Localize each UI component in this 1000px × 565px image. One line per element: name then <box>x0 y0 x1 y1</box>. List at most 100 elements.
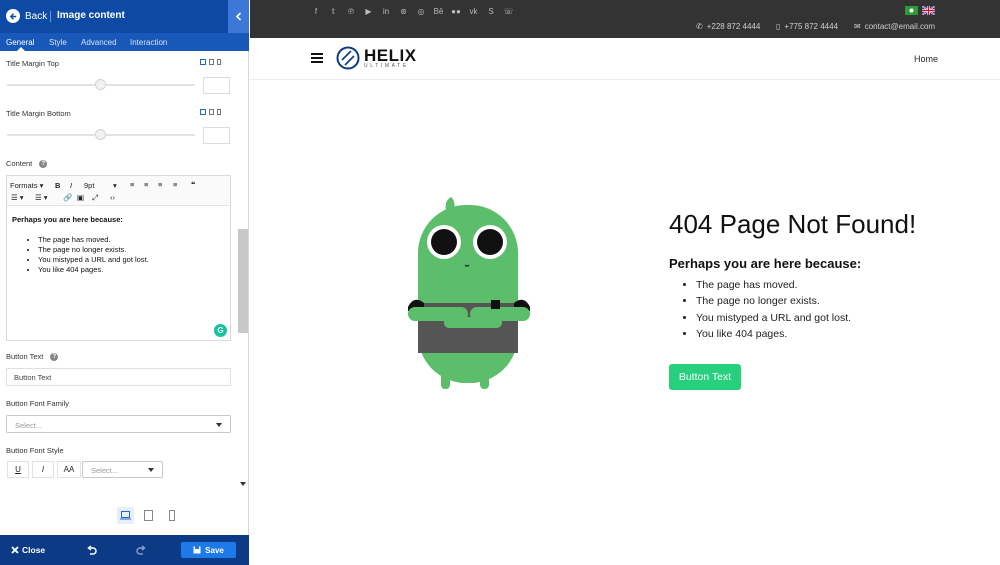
title-margin-bottom-input[interactable] <box>203 127 230 144</box>
error-reasons-list: The page has moved. The page no longer e… <box>696 277 851 342</box>
mascot-illustration <box>408 197 530 389</box>
button-text-label: Button Text? <box>6 352 59 362</box>
contact-phone[interactable]: ✆ +228 872 4444 <box>696 22 760 31</box>
vk-icon[interactable]: vk <box>469 6 479 16</box>
panel-scroll-area: Title Margin Top Title Margin Bottom Con… <box>0 51 249 492</box>
font-size-dropdown[interactable]: 9pt <box>84 181 94 190</box>
title-margin-top-input[interactable] <box>203 77 230 94</box>
align-center-icon[interactable]: ≡ <box>144 180 148 189</box>
redo-icon <box>136 545 146 555</box>
blockquote-icon[interactable]: ❝ <box>191 180 195 189</box>
desktop-icon[interactable] <box>200 109 206 115</box>
help-icon[interactable]: ? <box>39 160 48 169</box>
dribbble-icon[interactable]: ⊛ <box>399 6 409 16</box>
twitter-icon[interactable]: 𝕥 <box>329 6 339 16</box>
mascot-right-foot <box>480 373 489 389</box>
back-label: Back <box>25 10 48 22</box>
grammarly-icon[interactable]: G <box>214 324 227 337</box>
formats-dropdown[interactable]: Formats ▾ <box>10 181 43 190</box>
mobile-icon[interactable] <box>217 109 221 115</box>
editor-content[interactable]: Perhaps you are here because: The page h… <box>12 215 149 275</box>
chevron-left-icon <box>235 12 242 21</box>
pinterest-icon[interactable]: ℗ <box>346 6 356 16</box>
nav-home-link[interactable]: Home <box>914 54 938 64</box>
back-button[interactable]: Back <box>6 8 47 24</box>
collapse-panel-button[interactable] <box>228 0 249 33</box>
scroll-down-icon[interactable] <box>240 482 246 486</box>
tablet-icon[interactable] <box>209 109 214 115</box>
tab-advanced[interactable]: Advanced <box>81 38 117 47</box>
error-title: 404 Page Not Found! <box>669 209 917 239</box>
uk-flag-icon[interactable] <box>922 6 935 15</box>
list-item: You mistyped a URL and got lost. <box>696 310 851 326</box>
save-button[interactable]: Save <box>181 542 236 558</box>
tab-style[interactable]: Style <box>49 38 67 47</box>
title-margin-bottom-slider-thumb[interactable] <box>95 129 106 140</box>
button-text-input[interactable]: Button Text <box>6 368 231 386</box>
button-font-style-label: Button Font Style <box>6 446 64 455</box>
logo-sub: ULTIMATE <box>364 63 409 69</box>
tab-interaction[interactable]: Interaction <box>130 38 167 47</box>
site-navbar: HELIX ULTIMATE Home <box>250 38 1000 80</box>
list-item: The page has moved. <box>38 235 149 245</box>
rich-text-editor[interactable]: Formats ▾ B I 9pt ▾ ≡ ≡ ≡ ≡ ❝ ☰ ▾ ☰ ▾ 🔗 … <box>6 175 231 341</box>
flickr-icon[interactable]: ●● <box>451 6 461 16</box>
mobile-preview-icon[interactable] <box>163 507 180 524</box>
italic-style-button[interactable]: I <box>32 461 54 478</box>
linkedin-icon[interactable]: in <box>381 6 391 16</box>
youtube-icon[interactable]: ▶ <box>364 6 374 16</box>
fullscreen-icon[interactable]: ⤢ <box>92 193 98 203</box>
italic-button[interactable]: I <box>70 181 72 190</box>
desktop-icon[interactable] <box>200 59 206 65</box>
bullet-list-icon[interactable]: ☰ ▾ <box>11 193 24 202</box>
arabic-flag-icon[interactable] <box>905 6 918 15</box>
close-icon <box>11 546 19 554</box>
mobile-icon[interactable] <box>217 59 221 65</box>
site-logo[interactable]: HELIX ULTIMATE <box>336 46 417 70</box>
contact-mobile[interactable]: ▯ +775 872 4444 <box>776 22 838 31</box>
site-topbar: f 𝕥 ℗ ▶ in ⊛ ◎ Bē ●● vk S ☏ ✆ +228 872 4444 ▯ +775 … <box>250 0 1000 38</box>
align-justify-icon[interactable]: ≡ <box>173 180 177 189</box>
facebook-icon[interactable]: f <box>311 6 321 16</box>
font-size-caret-icon[interactable]: ▾ <box>113 181 117 190</box>
source-code-icon[interactable]: ‹› <box>110 193 115 202</box>
logo-text: HELIX ULTIMATE <box>364 47 417 69</box>
arrow-left-icon <box>6 9 20 23</box>
phone-icon: ✆ <box>696 22 703 31</box>
align-right-icon[interactable]: ≡ <box>158 180 162 189</box>
numbered-list-icon[interactable]: ☰ ▾ <box>35 193 48 202</box>
link-icon[interactable]: 🔗 <box>63 193 72 202</box>
bold-button[interactable]: B <box>55 181 60 190</box>
panel-footer: Close Save <box>0 535 249 565</box>
tablet-preview-icon[interactable] <box>140 507 157 524</box>
responsive-device-toggle <box>200 109 221 115</box>
skype-icon[interactable]: S <box>486 6 496 16</box>
tablet-icon[interactable] <box>209 59 214 65</box>
title-margin-top-slider-thumb[interactable] <box>95 79 106 90</box>
button-font-family-select[interactable]: Select... <box>6 415 231 433</box>
underline-button[interactable]: U <box>7 461 29 478</box>
close-button[interactable]: Close <box>11 545 45 555</box>
whatsapp-icon[interactable]: ☏ <box>504 6 514 16</box>
mobile-number: +775 872 4444 <box>784 22 839 31</box>
undo-icon <box>87 545 97 555</box>
envelope-icon: ✉ <box>854 22 861 31</box>
menu-icon[interactable] <box>311 53 323 63</box>
image-icon[interactable]: ▣ <box>77 193 84 202</box>
font-weight-select[interactable]: Select... <box>82 461 163 478</box>
contact-email[interactable]: ✉ contact@email.com <box>854 22 935 31</box>
behance-icon[interactable]: Bē <box>434 6 444 16</box>
save-icon <box>193 546 201 554</box>
undo-button[interactable] <box>86 543 97 561</box>
help-icon[interactable]: ? <box>50 353 59 362</box>
redo-button[interactable] <box>136 543 147 561</box>
align-left-icon[interactable]: ≡ <box>130 180 134 189</box>
error-action-button[interactable]: Button Text <box>669 364 741 390</box>
tab-general[interactable]: General <box>6 38 34 47</box>
panel-scrollbar[interactable] <box>238 229 248 333</box>
instagram-icon[interactable]: ◎ <box>416 6 426 16</box>
desktop-preview-icon[interactable] <box>117 507 134 524</box>
site-preview: f 𝕥 ℗ ▶ in ⊛ ◎ Bē ●● vk S ☏ ✆ +228 872 4444 ▯ +775 … <box>250 0 1000 565</box>
list-item: You mistyped a URL and got lost. <box>38 255 149 265</box>
uppercase-button[interactable]: AA <box>57 461 81 478</box>
